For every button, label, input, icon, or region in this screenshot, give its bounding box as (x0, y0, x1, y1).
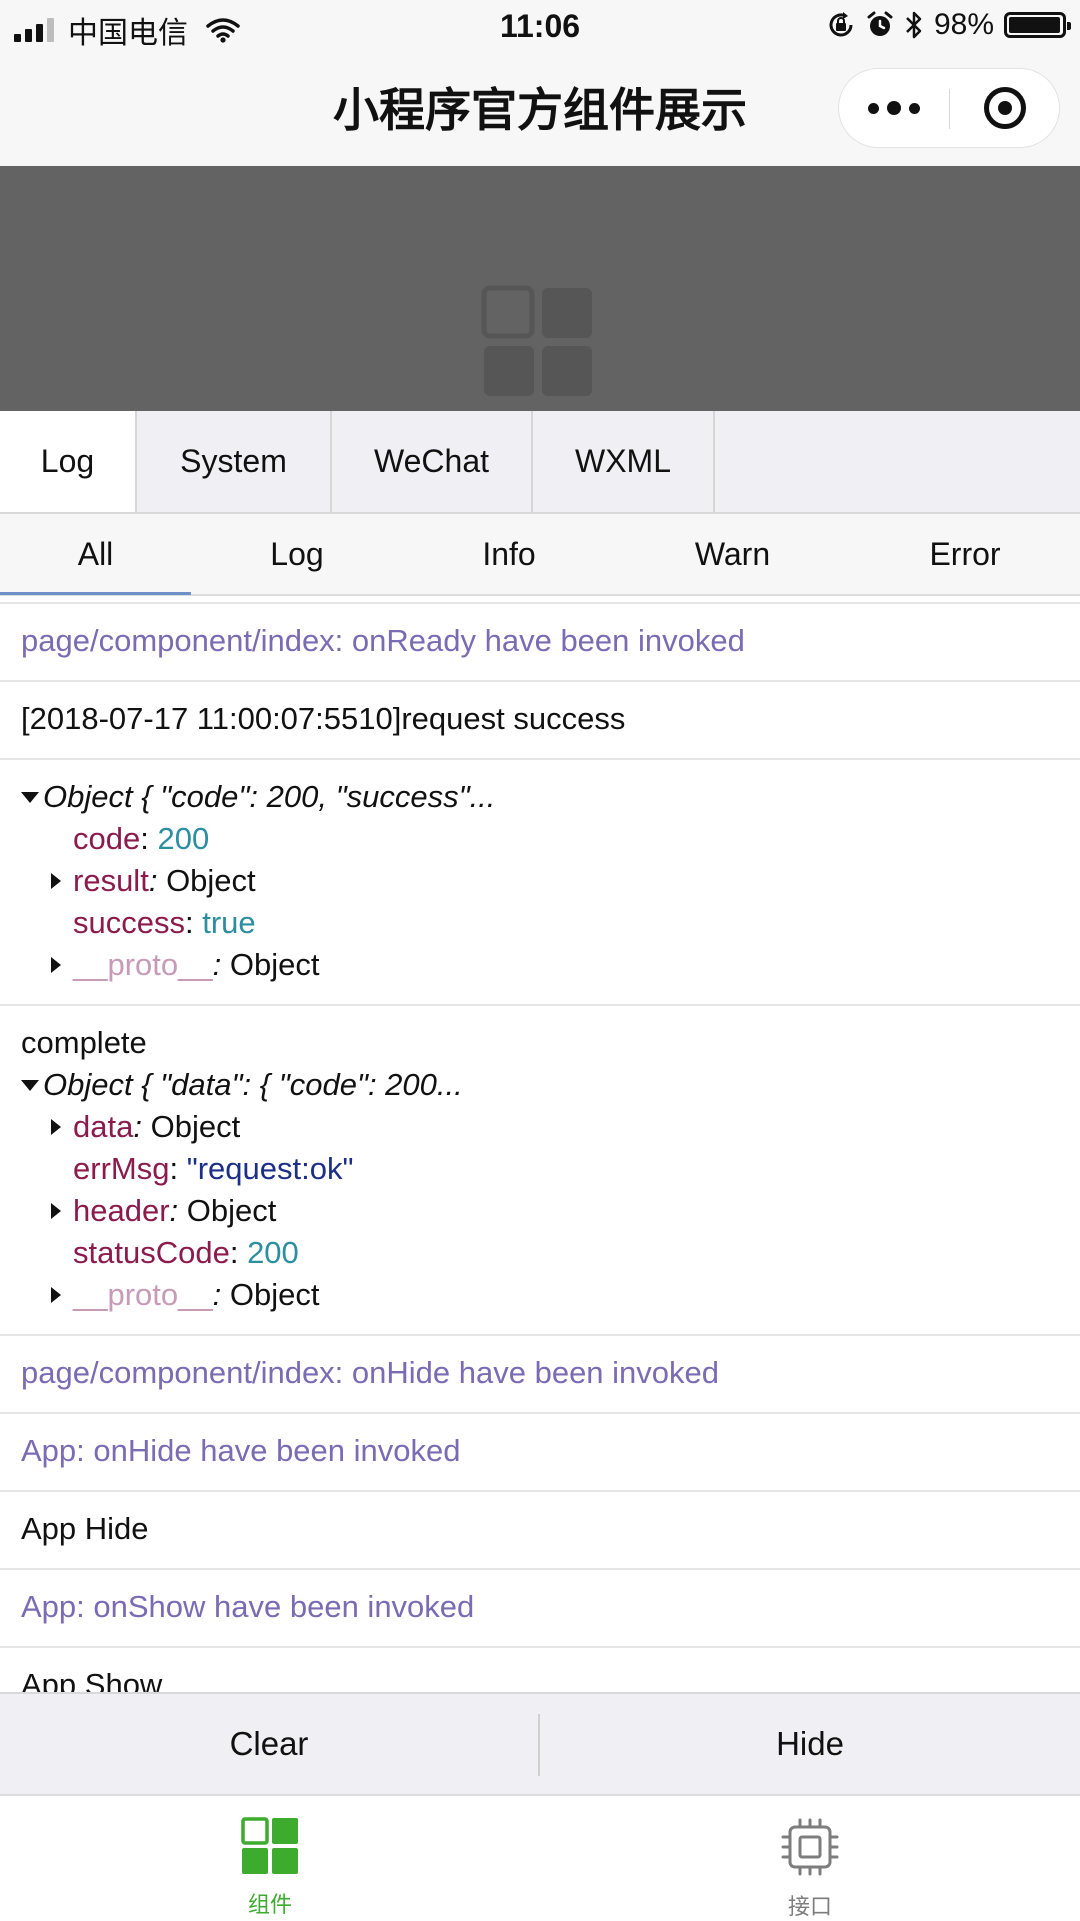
close-mini-program-button[interactable] (950, 69, 1060, 147)
alarm-icon (867, 11, 893, 36)
tab-system[interactable]: System (137, 411, 332, 512)
clear-button[interactable]: Clear (0, 1694, 538, 1794)
object-property: code: 200 (73, 821, 210, 856)
collapse-arrow-icon (21, 1079, 39, 1091)
log-filter-tabs: All Log Info Warn Error (0, 514, 1080, 596)
object-property[interactable]: result: Object (21, 860, 1059, 902)
tab-wechat[interactable]: WeChat (332, 411, 533, 512)
close-mini-program-icon (984, 87, 1026, 129)
filter-warn[interactable]: Warn (615, 514, 850, 594)
log-text: App: onShow have been invoked (21, 1589, 475, 1624)
components-grid-icon (241, 1817, 298, 1874)
log-list[interactable]: page/component/index: onReady have been … (0, 602, 1080, 1694)
tabbar-label-api: 接口 (787, 1894, 832, 1919)
api-chip-icon (781, 1818, 839, 1876)
log-entry: App: onHide have been invoked (0, 1414, 1080, 1492)
capsule-menu (838, 68, 1060, 148)
object-property[interactable]: __proto__: Object (21, 1274, 1059, 1316)
bottom-tab-bar: 组件 接口 (0, 1794, 1080, 1920)
status-right: 98% (826, 8, 1071, 42)
log-entry: App: onShow have been invoked (0, 1570, 1080, 1648)
log-text: page/component/index: onReady have been … (21, 623, 745, 658)
log-text: App Show (21, 1667, 163, 1694)
expand-arrow-icon (51, 873, 61, 889)
filter-info[interactable]: Info (403, 514, 615, 594)
hide-button[interactable]: Hide (540, 1694, 1080, 1794)
object-property[interactable]: header: Object (21, 1190, 1059, 1232)
log-text: page/component/index: onHide have been i… (21, 1355, 720, 1390)
log-entry-object: complete Object { "data": { "code": 200.… (0, 1006, 1080, 1336)
navigation-bar: 小程序官方组件展示 (0, 54, 1080, 166)
vconsole-top-tabs: Log System WeChat WXML (0, 411, 1080, 514)
object-property: errMsg: "request:ok" (73, 1151, 354, 1186)
tabbar-label-components: 组件 (247, 1892, 292, 1917)
expand-arrow-icon (51, 1287, 61, 1303)
log-entry: [2018-07-17 11:00:07:5510]request succes… (0, 682, 1080, 760)
log-text: App Hide (21, 1511, 149, 1546)
mini-program-logo-icon (481, 285, 592, 396)
object-summary[interactable]: Object { "data": { "code": 200... (21, 1064, 1059, 1106)
object-property: success: true (73, 905, 256, 940)
expand-arrow-icon (51, 1119, 61, 1135)
log-text: complete (21, 1025, 147, 1060)
tab-log[interactable]: Log (0, 411, 137, 512)
more-icon (868, 101, 920, 115)
log-entry: page/component/index: onReady have been … (0, 604, 1080, 682)
object-property: statusCode: 200 (73, 1235, 299, 1270)
battery-fill (1009, 17, 1060, 33)
tab-wxml[interactable]: WXML (533, 411, 715, 512)
collapse-arrow-icon (21, 791, 39, 803)
log-entry: page/component/index: onHide have been i… (0, 1336, 1080, 1414)
filter-active-indicator (0, 592, 191, 595)
battery-icon (1004, 12, 1071, 38)
bluetooth-icon (906, 11, 922, 39)
tabbar-item-components[interactable]: 组件 (170, 1816, 370, 1919)
log-entry-object: Object { "code": 200, "success"... code:… (0, 760, 1080, 1006)
more-button[interactable] (839, 69, 949, 147)
battery-percent: 98% (933, 8, 994, 41)
object-property[interactable]: __proto__: Object (21, 944, 1059, 986)
log-action-bar: Clear Hide (0, 1692, 1080, 1794)
status-bar: 中国电信 11:06 98% (0, 0, 1080, 54)
rotation-lock-icon (829, 12, 853, 37)
expand-arrow-icon (51, 1203, 61, 1219)
object-summary[interactable]: Object { "code": 200, "success"... (21, 776, 1059, 818)
object-property[interactable]: data: Object (21, 1106, 1059, 1148)
log-text: [2018-07-17 11:00:07:5510]request succes… (21, 701, 626, 736)
tabbar-item-api[interactable]: 接口 (710, 1816, 910, 1921)
filter-log[interactable]: Log (191, 514, 403, 594)
log-entry: App Show (0, 1648, 1080, 1694)
log-text: App: onHide have been invoked (21, 1433, 461, 1468)
expand-arrow-icon (51, 957, 61, 973)
preview-area (0, 166, 1080, 411)
filter-all[interactable]: All (0, 514, 191, 594)
log-entry: App Hide (0, 1492, 1080, 1570)
filter-error[interactable]: Error (850, 514, 1080, 594)
